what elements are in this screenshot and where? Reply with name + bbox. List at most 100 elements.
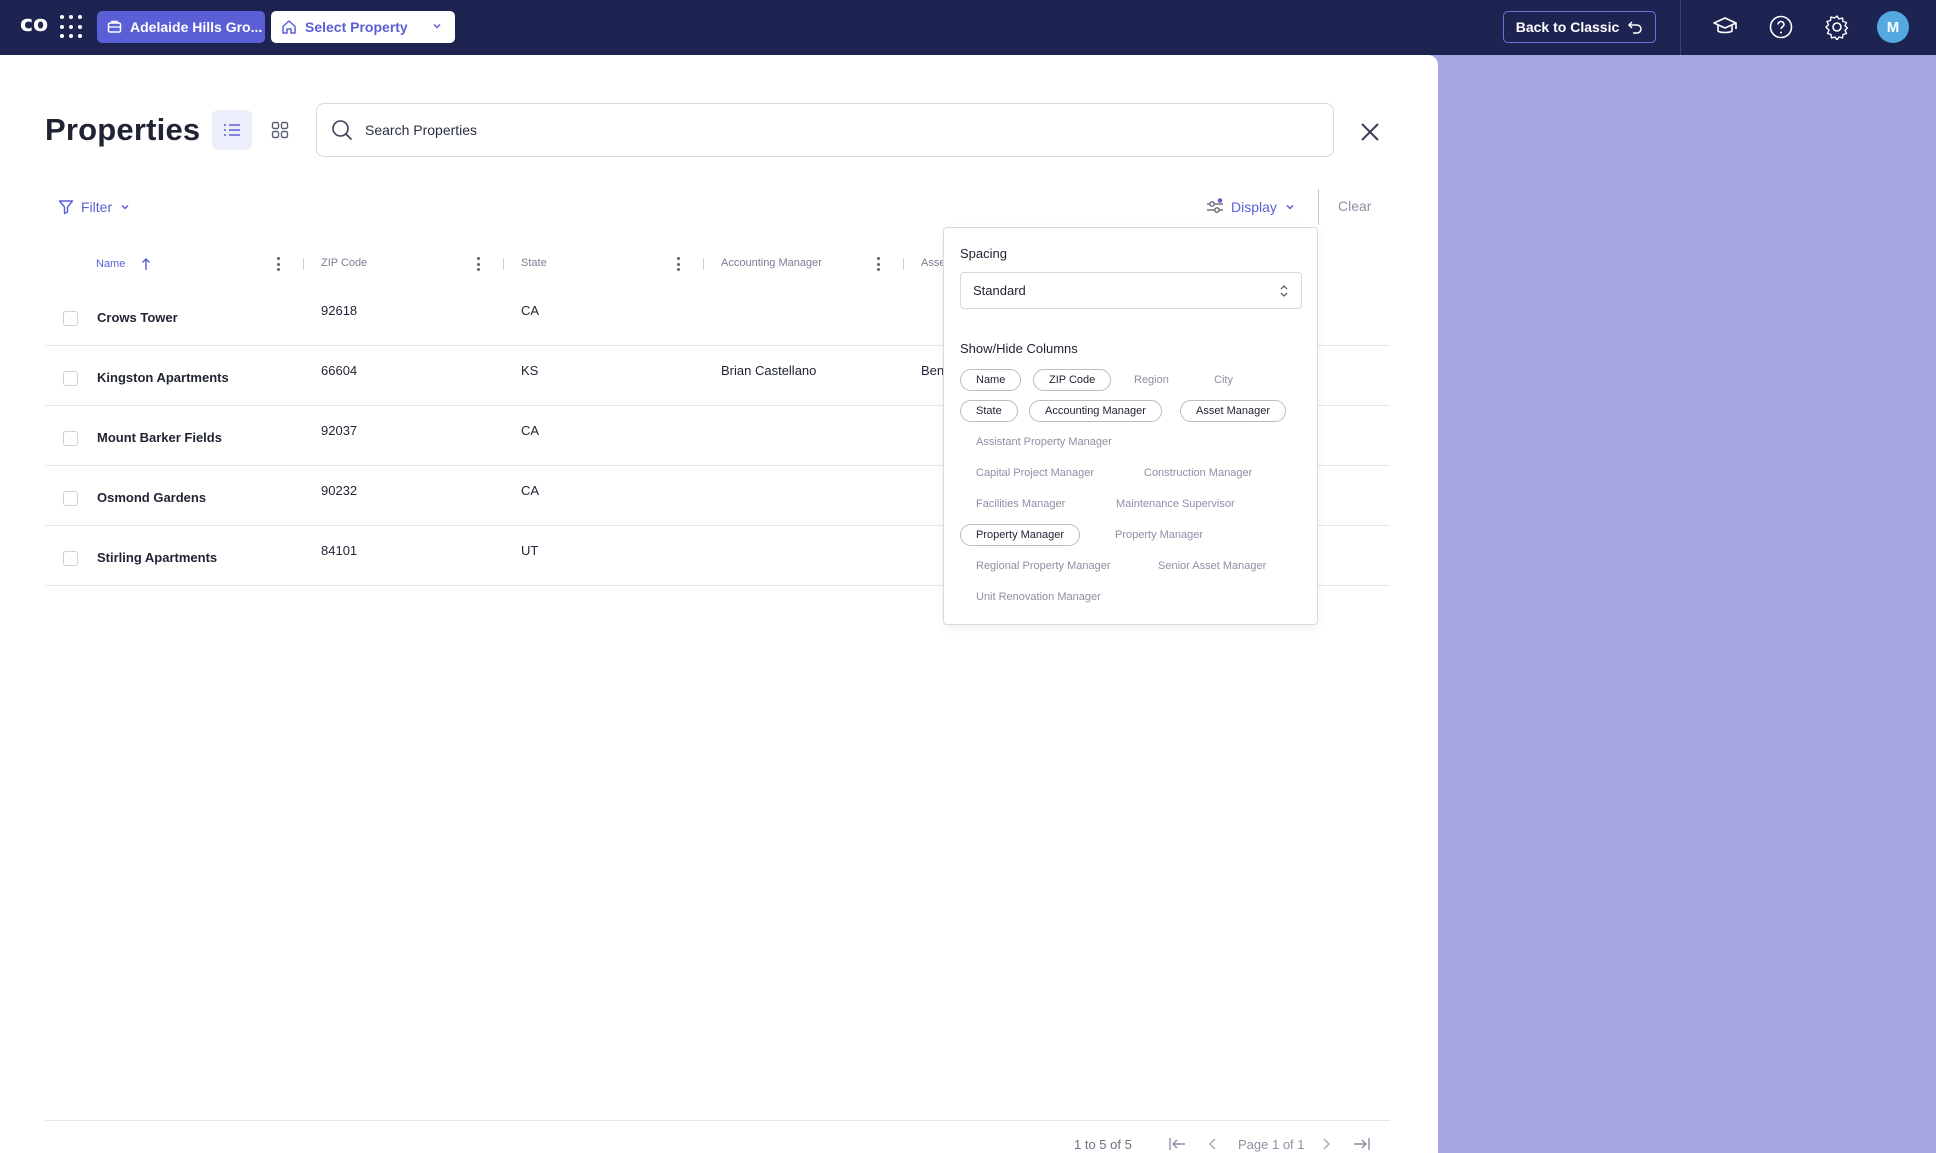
row-checkbox[interactable] [63,491,78,506]
chevron-down-icon [433,23,441,29]
filter-button[interactable]: Filter [58,195,131,219]
search-icon [332,120,353,141]
help-circle-icon[interactable] [1766,12,1796,42]
column-chip-assistant-property-manager[interactable]: Assistant Property Manager [960,431,1128,453]
asset-manager-cell: Ben [921,363,945,378]
row-checkbox[interactable] [63,311,78,326]
display-label: Display [1231,199,1277,215]
first-page-icon[interactable] [1167,1135,1187,1153]
property-name[interactable]: Crows Tower [97,310,178,325]
sliders-icon [1207,198,1223,213]
property-select[interactable]: Select Property [271,11,455,43]
row-checkbox[interactable] [63,371,78,386]
properties-panel: Properties Filter Display Clear Name ZIP… [0,55,1438,1153]
column-chip-capital-project-manager[interactable]: Capital Project Manager [960,462,1110,484]
column-menu-icon[interactable] [673,257,683,271]
pagination-divider [45,1120,1390,1121]
column-header-name[interactable]: Name [96,257,151,271]
apps-grid-icon[interactable] [60,15,84,39]
list-icon [224,124,240,136]
search-box [316,103,1334,157]
column-chip-zip-code[interactable]: ZIP Code [1033,369,1112,391]
column-resize-handle[interactable] [903,258,904,270]
grid-view-toggle[interactable] [260,110,300,150]
user-avatar[interactable]: M [1877,11,1909,43]
column-chip-construction-manager[interactable]: Construction Manager [1128,462,1268,484]
settings-gear-icon[interactable] [1822,12,1852,42]
column-chip-maintenance-supervisor[interactable]: Maintenance Supervisor [1100,493,1251,515]
toolbar-divider [1318,189,1319,225]
property-name[interactable]: Stirling Apartments [97,550,217,565]
previous-page-icon[interactable] [1203,1135,1223,1153]
property-name[interactable]: Mount Barker Fields [97,430,222,445]
row-checkbox[interactable] [63,431,78,446]
top-navigation-bar: co Adelaide Hills Gro... Select Property… [0,0,1936,55]
chevron-down-icon [1286,204,1294,210]
last-page-icon[interactable] [1352,1135,1372,1153]
column-resize-handle[interactable] [703,258,704,270]
sort-ascending-icon[interactable] [141,257,151,271]
spacing-value: Standard [973,283,1026,298]
building-icon [107,20,122,33]
undo-arrow-icon [1628,21,1642,34]
property-name[interactable]: Kingston Apartments [97,370,229,385]
graduation-cap-icon[interactable] [1710,12,1740,42]
topbar-divider [1680,0,1681,55]
column-header-zip[interactable]: ZIP Code [321,257,367,269]
column-header-accounting-manager[interactable]: Accounting Manager [721,257,822,269]
state-cell: UT [521,543,539,558]
state-cell: CA [521,483,540,498]
column-resize-handle[interactable] [503,258,504,270]
state-cell: CA [521,423,540,438]
pagination-range: 1 to 5 of 5 [1074,1137,1132,1152]
column-chip-unit-renovation-manager[interactable]: Unit Renovation Manager [960,586,1117,608]
column-menu-icon[interactable] [873,257,883,271]
portfolio-button[interactable]: Adelaide Hills Gro... [97,11,265,43]
show-hide-columns-label: Show/Hide Columns [960,341,1078,356]
back-to-classic-label: Back to Classic [1515,19,1620,35]
next-page-icon[interactable] [1316,1135,1336,1153]
column-menu-icon[interactable] [273,257,283,271]
column-chip-name[interactable]: Name [960,369,1022,391]
column-chip-property-manager[interactable]: Property Manager [960,524,1081,546]
column-chip-accounting-manager[interactable]: Accounting Manager [1029,400,1162,422]
spacing-label: Spacing [960,246,1007,261]
spacing-select[interactable]: Standard [960,272,1302,309]
property-name[interactable]: Osmond Gardens [97,490,206,505]
home-icon [282,20,296,34]
column-header-asset-manager[interactable]: Asse [921,257,945,269]
search-input[interactable] [365,122,1265,138]
column-chip-region[interactable]: Region [1118,369,1185,391]
column-chip-regional-property-manager[interactable]: Regional Property Manager [960,555,1127,577]
state-cell: CA [521,303,540,318]
row-checkbox[interactable] [63,551,78,566]
column-chip-state[interactable]: State [960,400,1018,422]
close-icon[interactable] [1356,118,1384,146]
updown-chevron-icon [1280,285,1288,297]
zip-cell: 84101 [321,543,358,558]
column-chip-property-manager-2[interactable]: Property Manager [1099,524,1219,546]
zip-cell: 92618 [321,303,358,318]
zip-cell: 90232 [321,483,358,498]
property-select-label: Select Property [305,19,408,35]
page-title: Properties [45,112,201,147]
column-chip-city[interactable]: City [1198,369,1249,391]
clear-button[interactable]: Clear [1338,198,1371,214]
column-resize-handle[interactable] [303,258,304,270]
zip-cell: 66604 [321,363,358,378]
list-view-toggle[interactable] [212,110,252,150]
column-header-state[interactable]: State [521,257,547,269]
state-cell: KS [521,363,539,378]
app-logo[interactable]: co [20,12,48,40]
display-options-menu: Spacing Standard Show/Hide Columns Name … [943,227,1318,625]
column-chip-senior-asset-manager[interactable]: Senior Asset Manager [1142,555,1282,577]
back-to-classic-button[interactable]: Back to Classic [1503,11,1656,43]
display-button[interactable]: Display [1206,195,1296,219]
page-indicator: Page 1 of 1 [1238,1137,1305,1152]
column-menu-icon[interactable] [473,257,483,271]
column-chip-asset-manager[interactable]: Asset Manager [1180,400,1286,422]
funnel-icon [58,200,74,215]
column-chip-facilities-manager[interactable]: Facilities Manager [960,493,1081,515]
portfolio-label: Adelaide Hills Gro... [130,19,263,35]
filter-label: Filter [81,199,113,215]
